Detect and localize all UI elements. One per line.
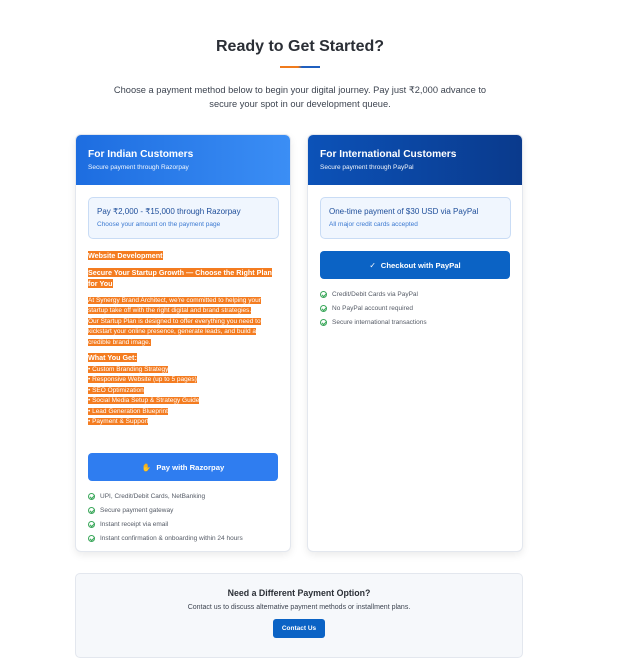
plan-list-item: • Responsive Website (up to 5 pages) (88, 376, 197, 383)
plan-list-item: • Social Media Setup & Strategy Guide (88, 397, 200, 404)
list-item: Instant confirmation & onboarding within… (88, 531, 243, 545)
international-customers-card: For International Customers Secure payme… (307, 134, 523, 552)
checkout-with-paypal-button[interactable]: ✓ Checkout with PayPal (320, 251, 510, 279)
title-underline (280, 66, 320, 68)
plan-list-item: • SEO Optimization (88, 386, 144, 394)
list-item: Secure payment gateway (88, 503, 243, 517)
check-circle-icon (88, 506, 95, 514)
indian-card-header: For Indian Customers Secure payment thro… (76, 135, 290, 185)
list-item: Secure international transactions (320, 315, 427, 329)
paypal-features-list: Credit/Debit Cards via PayPal No PayPal … (320, 287, 427, 329)
paypal-price-note: All major credit cards accepted (329, 221, 418, 228)
plan-list-heading: What You Get: (88, 353, 137, 362)
international-card-subtitle: Secure payment through PayPal (320, 164, 414, 171)
plan-list-item: • Payment & Support (88, 418, 149, 425)
paypal-button-label: Checkout with PayPal (380, 260, 461, 270)
list-item: No PayPal account required (320, 301, 427, 315)
list-item: UPI, Credit/Debit Cards, NetBanking (88, 489, 243, 503)
intro-line-1: Choose a payment method below to begin y… (113, 85, 487, 95)
feature-text: Credit/Debit Cards via PayPal (332, 290, 418, 298)
check-circle-icon (320, 290, 327, 298)
list-item: Instant receipt via email (88, 517, 243, 531)
plan-tagline-line-1: Secure Your Startup Growth — Choose the … (88, 267, 272, 277)
check-circle-icon (320, 318, 327, 326)
plan-description: Website Development Secure Your Startup … (88, 251, 283, 428)
razorpay-price-box: Pay ₹2,000 - ₹15,000 through Razorpay Ch… (88, 197, 279, 239)
alternative-subtitle: Contact us to discuss alternative paymen… (187, 604, 411, 611)
razorpay-price: Pay ₹2,000 - ₹15,000 through Razorpay (97, 207, 241, 216)
feature-text: No PayPal account required (332, 304, 413, 312)
plan-body-line: Our Startup Plan is designed to offer ev… (88, 317, 261, 325)
list-item: Credit/Debit Cards via PayPal (320, 287, 427, 301)
intro-text: Choose a payment method below to begin y… (110, 83, 490, 111)
pay-with-razorpay-button[interactable]: ✋ Pay with Razorpay (88, 453, 278, 481)
indian-card-subtitle: Secure payment through Razorpay (88, 164, 189, 171)
page-title: Ready to Get Started? (215, 38, 385, 55)
hand-icon: ✋ (141, 462, 152, 472)
razorpay-features-list: UPI, Credit/Debit Cards, NetBanking Secu… (88, 489, 243, 545)
paypal-price-box: One-time payment of $30 USD via PayPal A… (320, 197, 511, 239)
razorpay-price-note: Choose your amount on the payment page (97, 221, 221, 228)
plan-body-line: kickstart your online presence, generate… (88, 328, 257, 335)
contact-us-button[interactable]: Contact Us (272, 619, 326, 638)
plan-list-item: • Lead Generation Blueprint (88, 407, 168, 415)
check-circle-icon (88, 534, 95, 542)
plan-body-line: startup take off with the right digital … (88, 307, 252, 314)
plan-tagline-line-2: for You (88, 279, 113, 288)
check-circle-icon (88, 492, 95, 500)
feature-text: Secure international transactions (332, 318, 427, 326)
feature-text: Secure payment gateway (100, 506, 174, 514)
alternative-title: Need a Different Payment Option? (227, 588, 371, 598)
feature-text: UPI, Credit/Debit Cards, NetBanking (100, 492, 206, 500)
alternative-payment-box: Need a Different Payment Option? Contact… (75, 573, 523, 658)
indian-card-title: For Indian Customers (88, 149, 194, 160)
check-circle-icon (320, 304, 327, 312)
intro-line-2: secure your spot in our development queu… (209, 99, 391, 109)
feature-text: Instant receipt via email (100, 520, 169, 528)
plan-heading: Website Development (88, 251, 163, 260)
plan-body-line: credible brand image. (88, 338, 151, 346)
razorpay-button-label: Pay with Razorpay (156, 462, 225, 472)
feature-text: Instant confirmation & onboarding within… (100, 534, 243, 542)
checkmark-icon: ✓ (369, 260, 376, 270)
paypal-price: One-time payment of $30 USD via PayPal (329, 207, 479, 216)
check-circle-icon (88, 520, 95, 528)
international-card-header: For International Customers Secure payme… (308, 135, 522, 185)
plan-body-line: At Synergy Brand Architect, we're commit… (88, 296, 261, 304)
indian-customers-card: For Indian Customers Secure payment thro… (75, 134, 291, 552)
international-card-title: For International Customers (320, 149, 457, 160)
plan-list-item: • Custom Branding Strategy (88, 365, 169, 373)
